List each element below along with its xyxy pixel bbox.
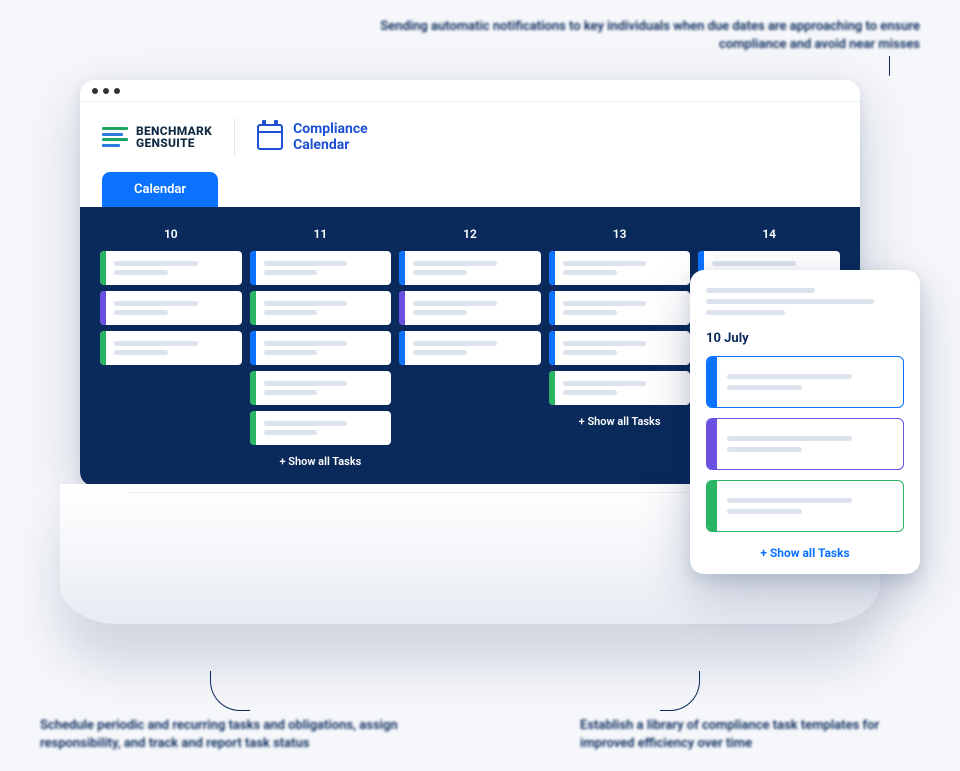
calendar-task-card[interactable] [399,251,541,285]
calendar-task-card[interactable] [399,331,541,365]
annotation-top: Sending automatic notifications to key i… [360,18,920,54]
side-show-all-link[interactable]: + Show all Tasks [706,542,904,560]
calendar-task-card[interactable] [549,291,691,325]
window-dot [92,88,98,94]
calendar-task-card[interactable] [549,251,691,285]
side-task-card[interactable] [706,418,904,470]
calendar-task-card[interactable] [250,291,392,325]
window-dot [114,88,120,94]
calendar-task-card[interactable] [100,251,242,285]
side-panel: 10 July + Show all Tasks [690,270,920,574]
side-panel-date: 10 July [706,331,904,346]
annotation-bottom-right: Establish a library of compliance task t… [580,717,920,753]
app-title-line1: Compliance [293,121,368,137]
app-header: BENCHMARK GENSUITE Compliance Calendar [80,102,860,172]
annotation-bottom-left: Schedule periodic and recurring tasks an… [40,717,440,753]
calendar-task-card[interactable] [549,331,691,365]
app-title-text: Compliance Calendar [293,121,368,153]
header-divider [234,118,235,156]
calendar-day-header: 13 [549,221,691,251]
connector-line [889,56,890,76]
connector-line [660,671,700,711]
show-all-tasks-link[interactable]: + Show all Tasks [250,445,392,468]
side-task-card[interactable] [706,356,904,408]
window-dot [103,88,109,94]
side-panel-header [706,288,904,315]
show-all-tasks-link[interactable]: + Show all Tasks [549,405,691,428]
calendar-task-card[interactable] [100,291,242,325]
brand-line2: GENSUITE [136,137,212,149]
app-title-line2: Calendar [293,137,368,153]
connector-line [210,671,250,711]
app-title: Compliance Calendar [257,121,368,153]
brand-text: BENCHMARK GENSUITE [136,125,212,149]
calendar-task-card[interactable] [100,331,242,365]
calendar-task-card[interactable] [250,251,392,285]
calendar-day-header: 14 [698,221,840,251]
side-task-card[interactable] [706,480,904,532]
brand-logo: BENCHMARK GENSUITE [102,124,212,150]
calendar-header-row: 10 1112 1314 [96,221,844,251]
calendar-task-card[interactable] [399,291,541,325]
tab-bar: Calendar [80,172,860,207]
calendar-day-header: 11 [250,221,392,251]
calendar-icon [257,124,283,150]
calendar-task-card[interactable] [549,371,691,405]
tab-calendar[interactable]: Calendar [102,172,218,207]
calendar-task-card[interactable] [250,411,392,445]
logo-mark-icon [102,124,128,150]
side-panel-cards [706,356,904,532]
window-titlebar [80,80,860,102]
calendar-task-card[interactable] [250,371,392,405]
calendar-day-header: 10 [100,221,242,251]
calendar-task-card[interactable] [250,331,392,365]
calendar-day-header: 12 [399,221,541,251]
